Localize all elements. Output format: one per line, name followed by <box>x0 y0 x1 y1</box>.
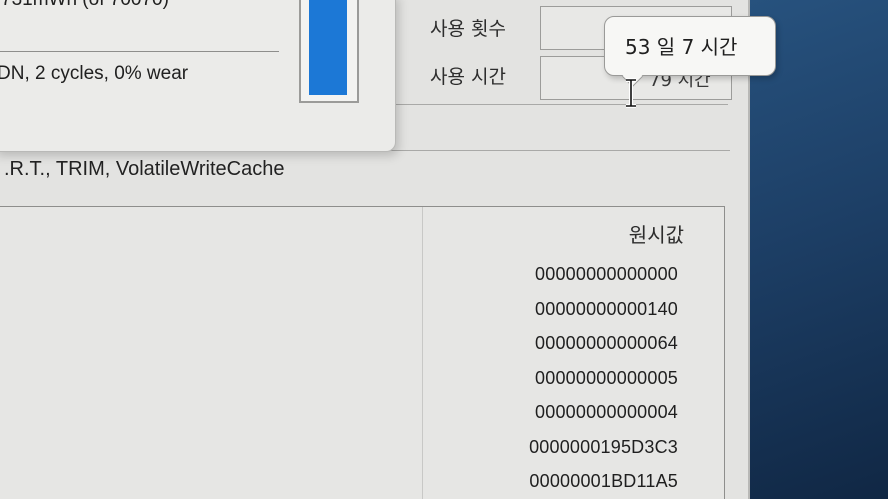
raw-value-column-header[interactable]: 원시값 <box>629 219 684 248</box>
raw-value-cell[interactable]: 00000000000140 <box>529 292 678 327</box>
battery-level-fill <box>309 0 347 95</box>
section-divider <box>392 104 728 105</box>
raw-value-cell[interactable]: 00000000000000 <box>529 257 678 292</box>
raw-value-cell[interactable]: 00000000000005 <box>529 361 678 396</box>
smart-attributes-table[interactable]: 원시값 00000000000000 00000000000140 000000… <box>0 206 725 499</box>
popup-divider <box>0 51 279 52</box>
raw-value-cell[interactable]: 00000000000064 <box>529 326 678 361</box>
i-beam-cursor-icon <box>626 78 636 108</box>
power-on-time-tooltip: 53 일 7 시간 <box>604 16 776 88</box>
battery-capacity-text: 731mWh (of 70070) <box>1 0 169 11</box>
power-on-count-label: 사용 횟수 <box>430 18 506 40</box>
battery-level-gauge <box>299 0 359 103</box>
column-divider <box>422 207 423 499</box>
battery-status-text: DN, 2 cycles, 0% wear <box>0 63 189 84</box>
raw-value-cell[interactable]: 00000000000004 <box>529 395 678 430</box>
raw-value-list: 00000000000000 00000000000140 0000000000… <box>529 257 678 499</box>
supported-features-text: .R.T., TRIM, VolatileWriteCache <box>4 158 285 180</box>
raw-value-cell[interactable]: 00000001BD11A5 <box>529 464 678 499</box>
raw-value-cell[interactable]: 0000000195D3C3 <box>529 430 678 465</box>
power-on-hours-label: 사용 시간 <box>430 66 506 88</box>
tooltip-text: 53 일 7 시간 <box>625 35 738 59</box>
battery-info-popup: 731mWh (of 70070) DN, 2 cycles, 0% wear <box>0 0 396 152</box>
